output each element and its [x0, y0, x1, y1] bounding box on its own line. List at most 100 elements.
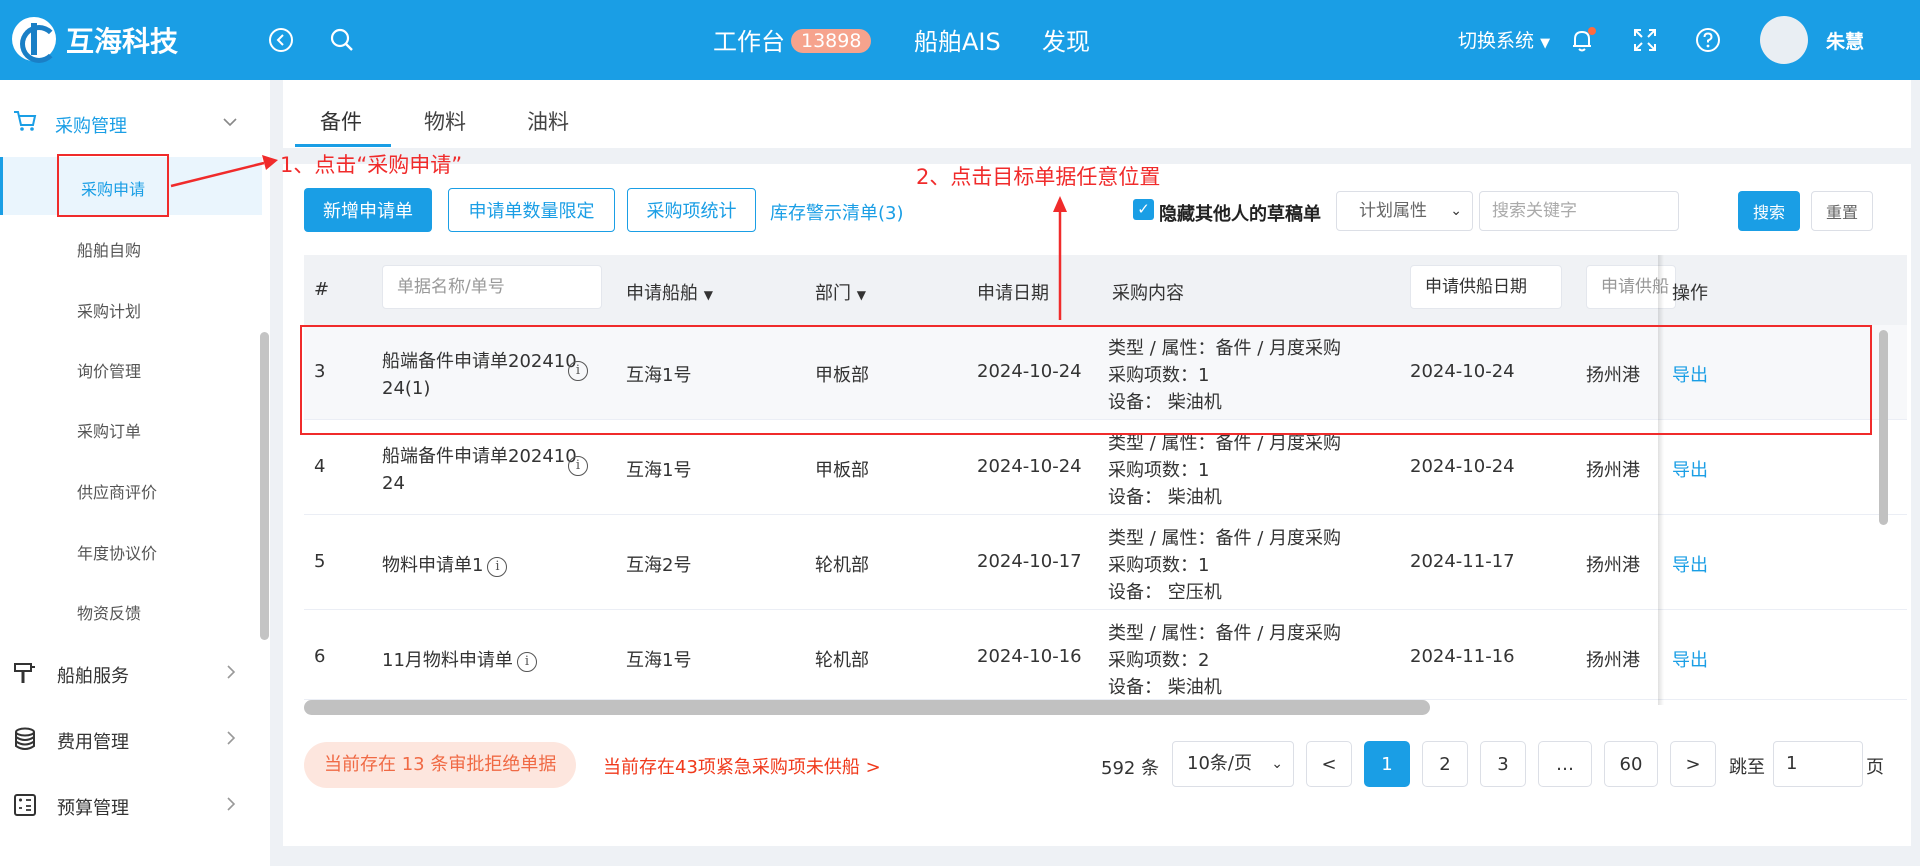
cell-content: 类型 / 属性：备件 / 月度采购 采购项数：1 设备： 柴油机	[1108, 430, 1341, 511]
col-content: 采购内容	[1112, 283, 1184, 304]
cell-date: 2024-10-17	[977, 551, 1082, 572]
user-name[interactable]: 朱慧	[1826, 27, 1864, 54]
top-bar: 互海科技 工作台 13898 船舶AIS 发现 切换系统 ▼ 朱慧	[0, 0, 1920, 80]
table-row[interactable]: 6 11月物料申请单 i 互海1号 轮机部 2024-10-16 类型 / 属性：…	[304, 610, 1907, 700]
export-link[interactable]: 导出	[1672, 551, 1708, 577]
switch-system-dropdown[interactable]: 切换系统 ▼	[1458, 26, 1550, 53]
fullscreen-icon[interactable]	[1627, 22, 1663, 58]
chevron-right-icon	[227, 665, 236, 679]
info-icon[interactable]: i	[516, 652, 537, 672]
search-icon[interactable]	[324, 22, 360, 58]
cell-index: 5	[314, 551, 326, 572]
sidebar-item-label: 询价管理	[77, 362, 142, 381]
back-icon[interactable]	[263, 22, 299, 58]
annotation-step1: 1、点击“采购申请”	[280, 153, 463, 177]
page-button[interactable]: 3	[1480, 741, 1526, 787]
help-icon[interactable]	[1690, 22, 1726, 58]
sidebar-item-inquiry[interactable]: 询价管理	[0, 339, 262, 397]
supply-date-filter[interactable]: 申请供船日期	[1410, 265, 1562, 309]
cell-ship: 互海1号	[626, 460, 692, 481]
sidebar-item-label: 年度协议价	[77, 544, 158, 563]
hide-drafts-checkbox[interactable]: ✓	[1133, 199, 1154, 220]
info-icon[interactable]: i	[568, 456, 588, 476]
annotation-box-sidebar	[57, 154, 169, 217]
caret-down-icon: ▼	[703, 288, 713, 302]
doc-name-line1: 船端备件申请单202410	[382, 446, 577, 467]
jump-page-input[interactable]: 1	[1773, 741, 1863, 787]
plan-attribute-select[interactable]: 计划属性 ⌄	[1336, 191, 1473, 231]
tab-materials[interactable]: 物料	[424, 106, 466, 136]
sidebar-item-purchase-order[interactable]: 采购订单	[0, 399, 262, 457]
sidebar-item-annual-price[interactable]: 年度协议价	[0, 521, 262, 579]
nav-discover[interactable]: 发现	[1042, 22, 1090, 57]
item-stats-button[interactable]: 采购项统计	[627, 188, 756, 232]
nav-workbench[interactable]: 工作台 13898	[713, 22, 872, 57]
search-button[interactable]: 搜索	[1738, 191, 1800, 231]
sidebar-group-ship-service[interactable]: 船舶服务	[0, 642, 262, 704]
avatar[interactable]	[1760, 16, 1808, 64]
table-row[interactable]: 5 物料申请单1 i 互海2号 轮机部 2024-10-17 类型 / 属性：备件…	[304, 515, 1907, 610]
col-ship[interactable]: 申请船舶 ▼	[626, 279, 713, 305]
bell-icon[interactable]	[1564, 22, 1600, 58]
sidebar-item-purchase-plan[interactable]: 采购计划	[0, 279, 262, 337]
doc-name-line1: 11月物料申请单	[382, 650, 513, 671]
cell-dept: 甲板部	[815, 460, 869, 481]
rejected-docs-tip[interactable]: 当前存在 13 条审批拒绝单据	[304, 742, 577, 788]
col-index: #	[314, 279, 330, 300]
cell-ship: 互海1号	[626, 650, 692, 671]
stock-warning-link[interactable]: 库存警示清单(3)	[770, 199, 904, 225]
sidebar-item-label: 船舶自购	[77, 241, 142, 260]
reset-button[interactable]: 重置	[1811, 191, 1873, 231]
content-device: 设备： 柴油机	[1108, 677, 1222, 698]
cell-doc-name: 船端备件申请单202410 24	[382, 443, 577, 497]
export-link[interactable]: 导出	[1672, 646, 1708, 672]
page-button[interactable]: 1	[1364, 741, 1410, 787]
cell-dept: 轮机部	[815, 650, 869, 671]
table-horizontal-scrollbar[interactable]	[304, 700, 1430, 715]
nav-ship-ais[interactable]: 船舶AIS	[914, 22, 1001, 57]
tab-spare-parts[interactable]: 备件	[320, 106, 362, 136]
sidebar-group-cost[interactable]: 费用管理	[0, 708, 262, 770]
sidebar-item-ship-self-purchase[interactable]: 船舶自购	[0, 218, 262, 276]
annotation-step2: 2、点击目标单据任意位置	[916, 165, 1161, 189]
chevron-right-icon	[227, 731, 236, 745]
cell-content: 类型 / 属性：备件 / 月度采购 采购项数：1 设备： 空压机	[1108, 525, 1341, 606]
page-size-select[interactable]: 10条/页 ⌄	[1172, 741, 1294, 787]
urgent-items-link[interactable]: 当前存在43项紧急采购项未供船 >	[603, 753, 881, 779]
cell-supply-date: 2024-11-17	[1410, 551, 1515, 572]
sidebar-section-label: 采购管理	[55, 116, 127, 137]
main-content: 备件 物料 油料 新增申请单 申请单数量限定 采购项统计 库存警示清单(3) ✓…	[283, 80, 1911, 846]
add-request-button[interactable]: 新增申请单	[304, 188, 432, 232]
keyword-search-input[interactable]: 搜索关键字	[1479, 191, 1679, 231]
fixed-column-shadow	[1658, 255, 1664, 705]
hide-drafts-label: 隐藏其他人的草稿单	[1159, 204, 1321, 225]
sidebar-item-supplier-review[interactable]: 供应商评价	[0, 460, 262, 518]
page-ellipsis[interactable]: …	[1538, 741, 1592, 787]
request-limit-button[interactable]: 申请单数量限定	[448, 188, 615, 232]
prev-page-button[interactable]: <	[1306, 741, 1352, 787]
info-icon[interactable]: i	[487, 557, 508, 577]
doc-name-line1: 物料申请单1	[382, 555, 484, 576]
cell-index: 6	[314, 646, 326, 667]
sidebar-item-label: 物资反馈	[77, 604, 142, 623]
cell-supply-port: 扬州港	[1586, 460, 1640, 481]
switch-system-label: 切换系统	[1458, 30, 1535, 52]
logo-icon	[12, 17, 58, 63]
page-button[interactable]: 60	[1604, 741, 1658, 787]
sidebar-item-material-feedback[interactable]: 物资反馈	[0, 581, 262, 639]
table-vertical-scrollbar[interactable]	[1879, 330, 1888, 525]
sidebar-scrollbar[interactable]	[260, 332, 269, 640]
col-dept[interactable]: 部门 ▼	[815, 279, 866, 305]
cell-doc-name: 物料申请单1 i	[382, 551, 508, 577]
content-count: 采购项数：2	[1108, 650, 1210, 671]
page-button[interactable]: 2	[1422, 741, 1468, 787]
sidebar-section-purchase[interactable]: 采购管理	[0, 80, 262, 162]
tab-oil[interactable]: 油料	[527, 106, 569, 136]
cart-icon	[14, 111, 37, 131]
sidebar-group-budget[interactable]: 预算管理	[0, 774, 262, 836]
next-page-button[interactable]: >	[1670, 741, 1716, 787]
doc-name-filter-input[interactable]: 单据名称/单号	[382, 265, 602, 309]
export-link[interactable]: 导出	[1672, 456, 1708, 482]
col-dept-label: 部门	[815, 283, 851, 304]
content-type: 类型 / 属性：备件 / 月度采购	[1108, 623, 1342, 644]
